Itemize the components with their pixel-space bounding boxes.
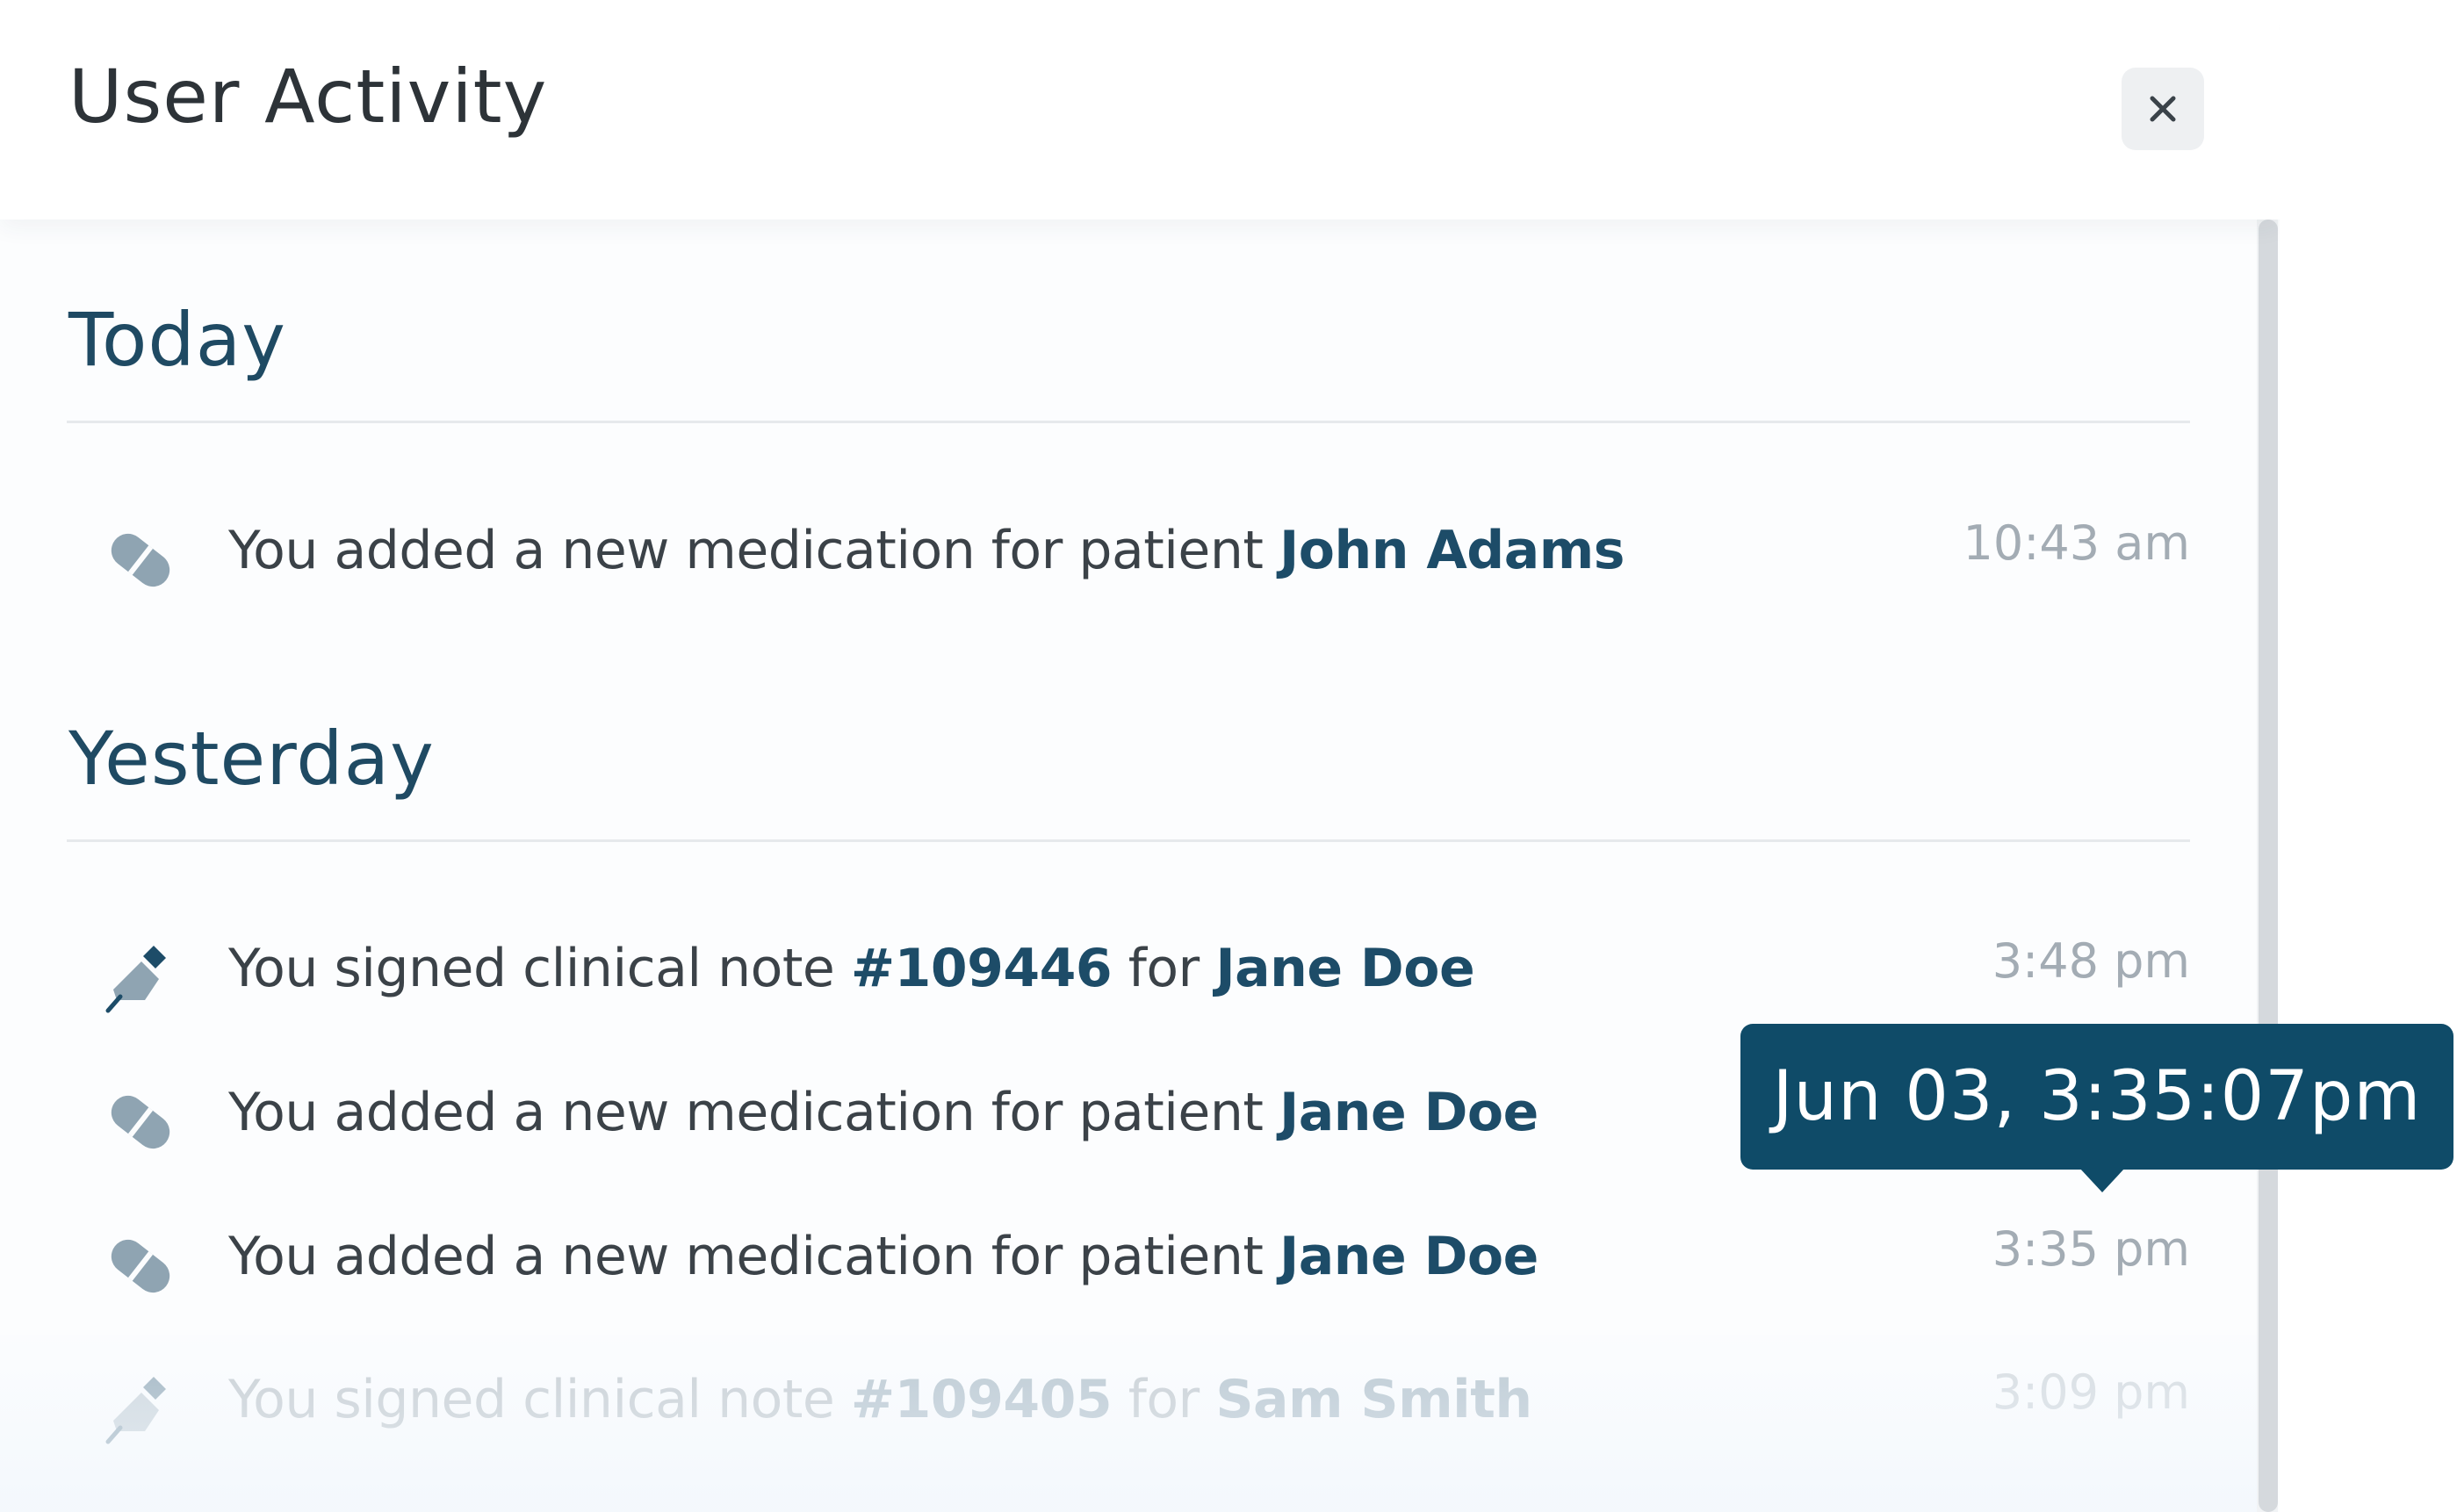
- signature-pen-icon: [105, 1377, 166, 1444]
- activity-text: You added a new medication for patient J…: [228, 1082, 1538, 1143]
- section-title-yesterday: Yesterday: [68, 716, 435, 802]
- patient-link[interactable]: Jane Doe: [1215, 938, 1474, 999]
- patient-link[interactable]: Sam Smith: [1215, 1369, 1532, 1430]
- user-activity-panel: User Activity Today You added a new medi…: [0, 0, 2280, 1512]
- pill-icon: [111, 1239, 170, 1293]
- timestamp-tooltip: Jun 03, 3:35:07pm: [1740, 1024, 2453, 1170]
- activity-time[interactable]: 3:09 pm: [1992, 1364, 2190, 1422]
- section-divider: [67, 421, 2190, 423]
- section-title-today: Today: [68, 297, 286, 383]
- patient-link[interactable]: Jane Doe: [1279, 1226, 1538, 1287]
- section-divider: [67, 839, 2190, 842]
- activity-row: You added a new medication for patient J…: [0, 512, 2195, 600]
- activity-text: You signed clinical note #109405 for Sam…: [228, 1369, 1532, 1430]
- patient-link[interactable]: John Adams: [1279, 520, 1625, 581]
- signature-pen-icon: [105, 946, 166, 1013]
- activity-row: You signed clinical note #109405 for Sam…: [0, 1361, 2195, 1449]
- tooltip-arrow: [2079, 1168, 2125, 1192]
- patient-link[interactable]: Jane Doe: [1279, 1082, 1538, 1143]
- activity-row: You signed clinical note #109446 for Jan…: [0, 930, 2195, 1018]
- activity-list[interactable]: Today You added a new medication for pat…: [0, 220, 2280, 1512]
- pill-icon: [111, 533, 170, 587]
- activity-time[interactable]: 3:35 pm: [1992, 1221, 2190, 1278]
- panel-title: User Activity: [68, 54, 548, 140]
- activity-row: You added a new medication for patient J…: [0, 1218, 2195, 1306]
- close-button[interactable]: [2122, 68, 2204, 150]
- close-icon: [2150, 96, 2176, 122]
- panel-header: User Activity: [0, 0, 2280, 220]
- activity-time[interactable]: 10:43 am: [1963, 515, 2190, 572]
- activity-time[interactable]: 3:48 pm: [1992, 933, 2190, 990]
- note-link[interactable]: #109446: [851, 938, 1113, 999]
- pill-icon: [111, 1095, 170, 1149]
- scrollbar-thumb[interactable]: [2259, 220, 2278, 1512]
- activity-text: You added a new medication for patient J…: [228, 1226, 1538, 1287]
- activity-text: You added a new medication for patient J…: [228, 520, 1625, 581]
- note-link[interactable]: #109405: [851, 1369, 1113, 1430]
- activity-text: You signed clinical note #109446 for Jan…: [228, 938, 1475, 999]
